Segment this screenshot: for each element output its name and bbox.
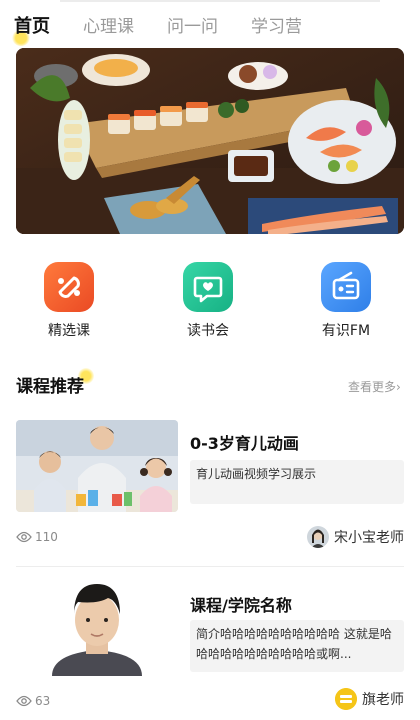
course-description: 育儿动画视频学习展示 <box>190 460 404 504</box>
course-thumbnail <box>16 420 178 512</box>
tab-study-camp[interactable]: 学习营 <box>251 12 302 42</box>
featured-course-label: 精选课 <box>48 323 90 339</box>
top-tab-bar: 首页 心理课 问一问 学习营 <box>0 12 420 46</box>
course-thumbnail <box>16 584 178 676</box>
course-description: 简介哈哈哈哈哈哈哈哈哈哈 这就是哈哈哈哈哈哈哈哈哈哈哈或啊... <box>190 620 404 672</box>
parenting-photo <box>16 420 178 512</box>
teacher-info[interactable]: 旗老师 <box>335 688 404 710</box>
fm-label: 有识FM <box>321 323 371 339</box>
view-count-value: 110 <box>35 530 58 544</box>
tab-home[interactable]: 首页 <box>14 12 50 42</box>
teacher-info[interactable]: 宋小宝老师 <box>307 526 404 548</box>
quick-links: 精选课 读书会 有识FM <box>0 262 420 346</box>
teacher-name: 宋小宝老师 <box>334 530 404 546</box>
eye-icon <box>16 531 32 543</box>
course-divider <box>16 566 404 567</box>
banner-image[interactable] <box>16 48 404 234</box>
course-title: 0-3岁育儿动画 <box>190 434 299 453</box>
view-more-link[interactable]: 查看更多› <box>348 378 401 395</box>
course-title: 课程/学院名称 <box>190 596 292 615</box>
view-count: 63 <box>16 694 50 708</box>
top-divider <box>60 0 380 2</box>
tab-psychology-course[interactable]: 心理课 <box>83 12 134 42</box>
portrait-photo <box>16 584 178 676</box>
radio-fm-icon <box>321 262 371 312</box>
quick-link-book-club[interactable]: 读书会 <box>163 262 253 340</box>
quick-link-featured-course[interactable]: 精选课 <box>24 262 114 340</box>
eye-icon <box>16 695 32 707</box>
book-club-chat-icon <box>183 262 233 312</box>
teacher-badge-logo <box>335 688 357 710</box>
teacher-name: 旗老师 <box>362 692 404 708</box>
view-count-value: 63 <box>35 694 51 708</box>
book-club-label: 读书会 <box>187 323 229 339</box>
teacher-avatar <box>307 526 329 548</box>
quick-link-fm[interactable]: 有识FM <box>301 262 391 340</box>
featured-course-icon <box>44 262 94 312</box>
section-title: 课程推荐 <box>16 377 84 397</box>
view-count: 110 <box>16 530 58 544</box>
banner-food-photo <box>16 48 404 234</box>
tab-ask[interactable]: 问一问 <box>167 12 218 42</box>
